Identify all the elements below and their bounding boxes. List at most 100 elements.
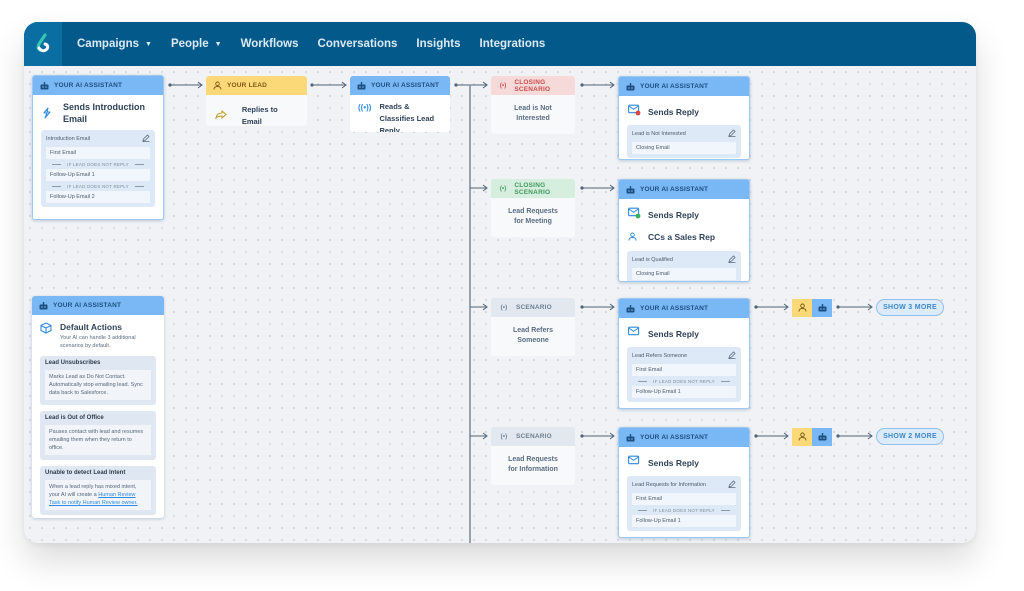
action-description: Marks Lead as Do Not Contact. Automatica… — [45, 370, 151, 400]
lead-node[interactable]: YOUR LEAD Replies to Email — [206, 76, 307, 126]
email-sequence-panel[interactable]: Lead Refers Someone First Email IF LEAD DO… — [627, 347, 741, 402]
nav-item-label: Campaigns — [77, 38, 139, 50]
scenario-node[interactable]: (•) CLOSING SCENARIO Lead Requests for Meet… — [491, 179, 575, 237]
node-title: Sends Reply — [648, 107, 700, 117]
ai-step-chip[interactable] — [812, 428, 832, 446]
branch-arrow — [470, 184, 488, 192]
nav-item-label: People — [170, 38, 209, 50]
scenario-line: Lead is Not — [514, 105, 552, 112]
edit-pencil-icon[interactable] — [728, 480, 736, 490]
default-action: Unable to detect Lead Intent When a lead… — [40, 466, 156, 515]
edit-pencil-icon[interactable] — [728, 255, 736, 265]
scenario-description: Lead is Not Interested — [491, 95, 575, 124]
node-header-label: YOUR AI ASSISTANT — [640, 305, 709, 312]
email-item[interactable]: Follow-Up Email 2 — [46, 191, 150, 203]
email-item[interactable]: Follow-Up Email 1 — [632, 386, 736, 398]
node-header: YOUR LEAD — [206, 76, 307, 95]
robot-icon — [38, 301, 48, 311]
node-header: YOUR AI ASSISTANT — [619, 428, 749, 447]
branch-arrow — [470, 432, 488, 440]
scenario-description: Lead Requests for Information — [491, 446, 575, 475]
sequence-separator: IF LEAD DOES NOT REPLY — [632, 508, 736, 513]
lead-step-chip[interactable] — [792, 299, 812, 317]
node-title: Sends Reply — [648, 210, 700, 220]
node-header-label: YOUR AI ASSISTANT — [371, 82, 440, 89]
email-item[interactable]: Follow-Up Email 1 — [46, 169, 150, 181]
email-item[interactable]: Follow-Up Email 1 — [632, 515, 736, 527]
node-header-label: YOUR AI ASSISTANT — [640, 434, 709, 441]
nav-item-label: Insights — [416, 38, 461, 50]
workflow-canvas[interactable]: YOUR AI ASSISTANT Sends Introduction Ema… — [24, 66, 976, 543]
scenario-line: Interested — [516, 115, 550, 122]
email-item[interactable]: First Email — [632, 493, 736, 505]
connector-arrow — [580, 184, 615, 192]
email-item[interactable]: Closing Email — [632, 268, 736, 280]
ai-step-chip[interactable] — [812, 299, 832, 317]
email-sequence-panel[interactable]: Introduction Email First Email IF LEAD D… — [41, 130, 155, 207]
nav-item-people[interactable]: People ▼ — [171, 38, 222, 50]
scenario-node[interactable]: (•) SCENARIO Lead Refers Someone — [491, 298, 575, 356]
scenario-node[interactable]: (•) CLOSING SCENARIO Lead is Not Interested — [491, 76, 575, 134]
reply-ai-node[interactable]: YOUR AI ASSISTANT Sends Reply Lead is Not … — [618, 76, 750, 160]
scenario-description: Lead Refers Someone — [491, 317, 575, 346]
node-header: YOUR AI ASSISTANT — [33, 76, 163, 95]
email-sequence-panel[interactable]: Lead is Qualified Closing Email — [627, 251, 741, 281]
edit-pencil-icon[interactable] — [728, 351, 736, 361]
scenario-description: Lead Requests for Meeting — [491, 198, 575, 227]
reply-ai-node[interactable]: YOUR AI ASSISTANT Sends Reply Lead Request… — [618, 427, 750, 538]
connector-arrow — [580, 432, 615, 440]
email-item[interactable]: Closing Email — [632, 142, 736, 154]
reply-ai-node[interactable]: YOUR AI ASSISTANT Sends Reply Lead Refers … — [618, 298, 750, 409]
node-title: Sends Reply — [648, 458, 700, 468]
nav-item-conversations[interactable]: Conversations — [318, 38, 398, 50]
robot-icon — [39, 81, 49, 91]
mail-icon — [628, 103, 642, 121]
app-window: Campaigns ▼ People ▼ Workflows Conversations I… — [24, 22, 976, 543]
email-sequence-panel[interactable]: Lead is Not Interested Closing Email — [627, 125, 741, 158]
signal-icon: (•) — [500, 304, 508, 311]
email-sequence-panel[interactable]: Lead Requests for Information First Email… — [627, 476, 741, 531]
email-item[interactable]: First Email — [46, 147, 150, 159]
node-header-label: YOUR AI ASSISTANT — [640, 83, 709, 90]
default-actions-node[interactable]: YOUR AI ASSISTANT Default Actions Your A… — [32, 296, 164, 518]
scenario-node[interactable]: (•) SCENARIO Lead Requests for Information — [491, 427, 575, 485]
brand-logo[interactable] — [24, 22, 62, 66]
default-action: Lead is Out of Office Pauses contact wit… — [40, 411, 156, 460]
action-title: Lead is Out of Office — [45, 415, 104, 421]
intro-ai-node[interactable]: YOUR AI ASSISTANT Sends Introduction Ema… — [32, 75, 164, 220]
nav-item-integrations[interactable]: Integrations — [480, 38, 546, 50]
reply-ai-node[interactable]: YOUR AI ASSISTANT Sends Reply CCs a Sales … — [618, 179, 750, 282]
connector-arrow — [454, 81, 488, 89]
show-more-button[interactable]: SHOW 3 MORE — [876, 299, 944, 316]
nav-item-label: Conversations — [317, 38, 398, 50]
action-description: When a lead reply has mixed intent, your… — [45, 480, 151, 510]
show-more-button[interactable]: SHOW 2 MORE — [876, 428, 944, 445]
robot-icon — [625, 433, 635, 443]
node-header-label: CLOSING SCENARIO — [514, 78, 551, 93]
panel-title: Lead is Not Interested — [632, 131, 686, 137]
nav-item-campaigns[interactable]: Campaigns ▼ — [77, 38, 152, 50]
node-title: Default Actions — [60, 322, 123, 332]
edit-pencil-icon[interactable] — [142, 134, 150, 144]
classify-ai-node[interactable]: YOUR AI ASSISTANT ((•)) Reads & Classifi… — [350, 76, 450, 132]
branch-arrow — [470, 303, 488, 311]
nav-item-workflows[interactable]: Workflows — [241, 38, 299, 50]
edit-pencil-icon[interactable] — [728, 129, 736, 139]
caret-down-icon: ▼ — [145, 40, 152, 48]
person-icon — [212, 81, 222, 91]
scenario-line: Lead Requests — [508, 208, 558, 215]
node-header: YOUR AI ASSISTANT — [619, 180, 749, 199]
lead-step-chip[interactable] — [792, 428, 812, 446]
bolt-icon — [41, 106, 53, 124]
email-item[interactable]: First Email — [632, 364, 736, 376]
top-navbar: Campaigns ▼ People ▼ Workflows Conversations I… — [24, 22, 976, 66]
mail-icon — [628, 325, 642, 343]
node-header: (•) SCENARIO — [491, 427, 575, 446]
node-header: YOUR AI ASSISTANT — [619, 77, 749, 96]
node-title: Sends Introduction Email — [63, 102, 145, 124]
signal-icon: (•) — [500, 433, 508, 440]
nav-item-insights[interactable]: Insights — [416, 38, 460, 50]
sequence-separator: IF LEAD DOES NOT REPLY — [632, 379, 736, 384]
scenario-line: for Information — [508, 466, 558, 473]
node-header-label: SCENARIO — [516, 433, 552, 440]
